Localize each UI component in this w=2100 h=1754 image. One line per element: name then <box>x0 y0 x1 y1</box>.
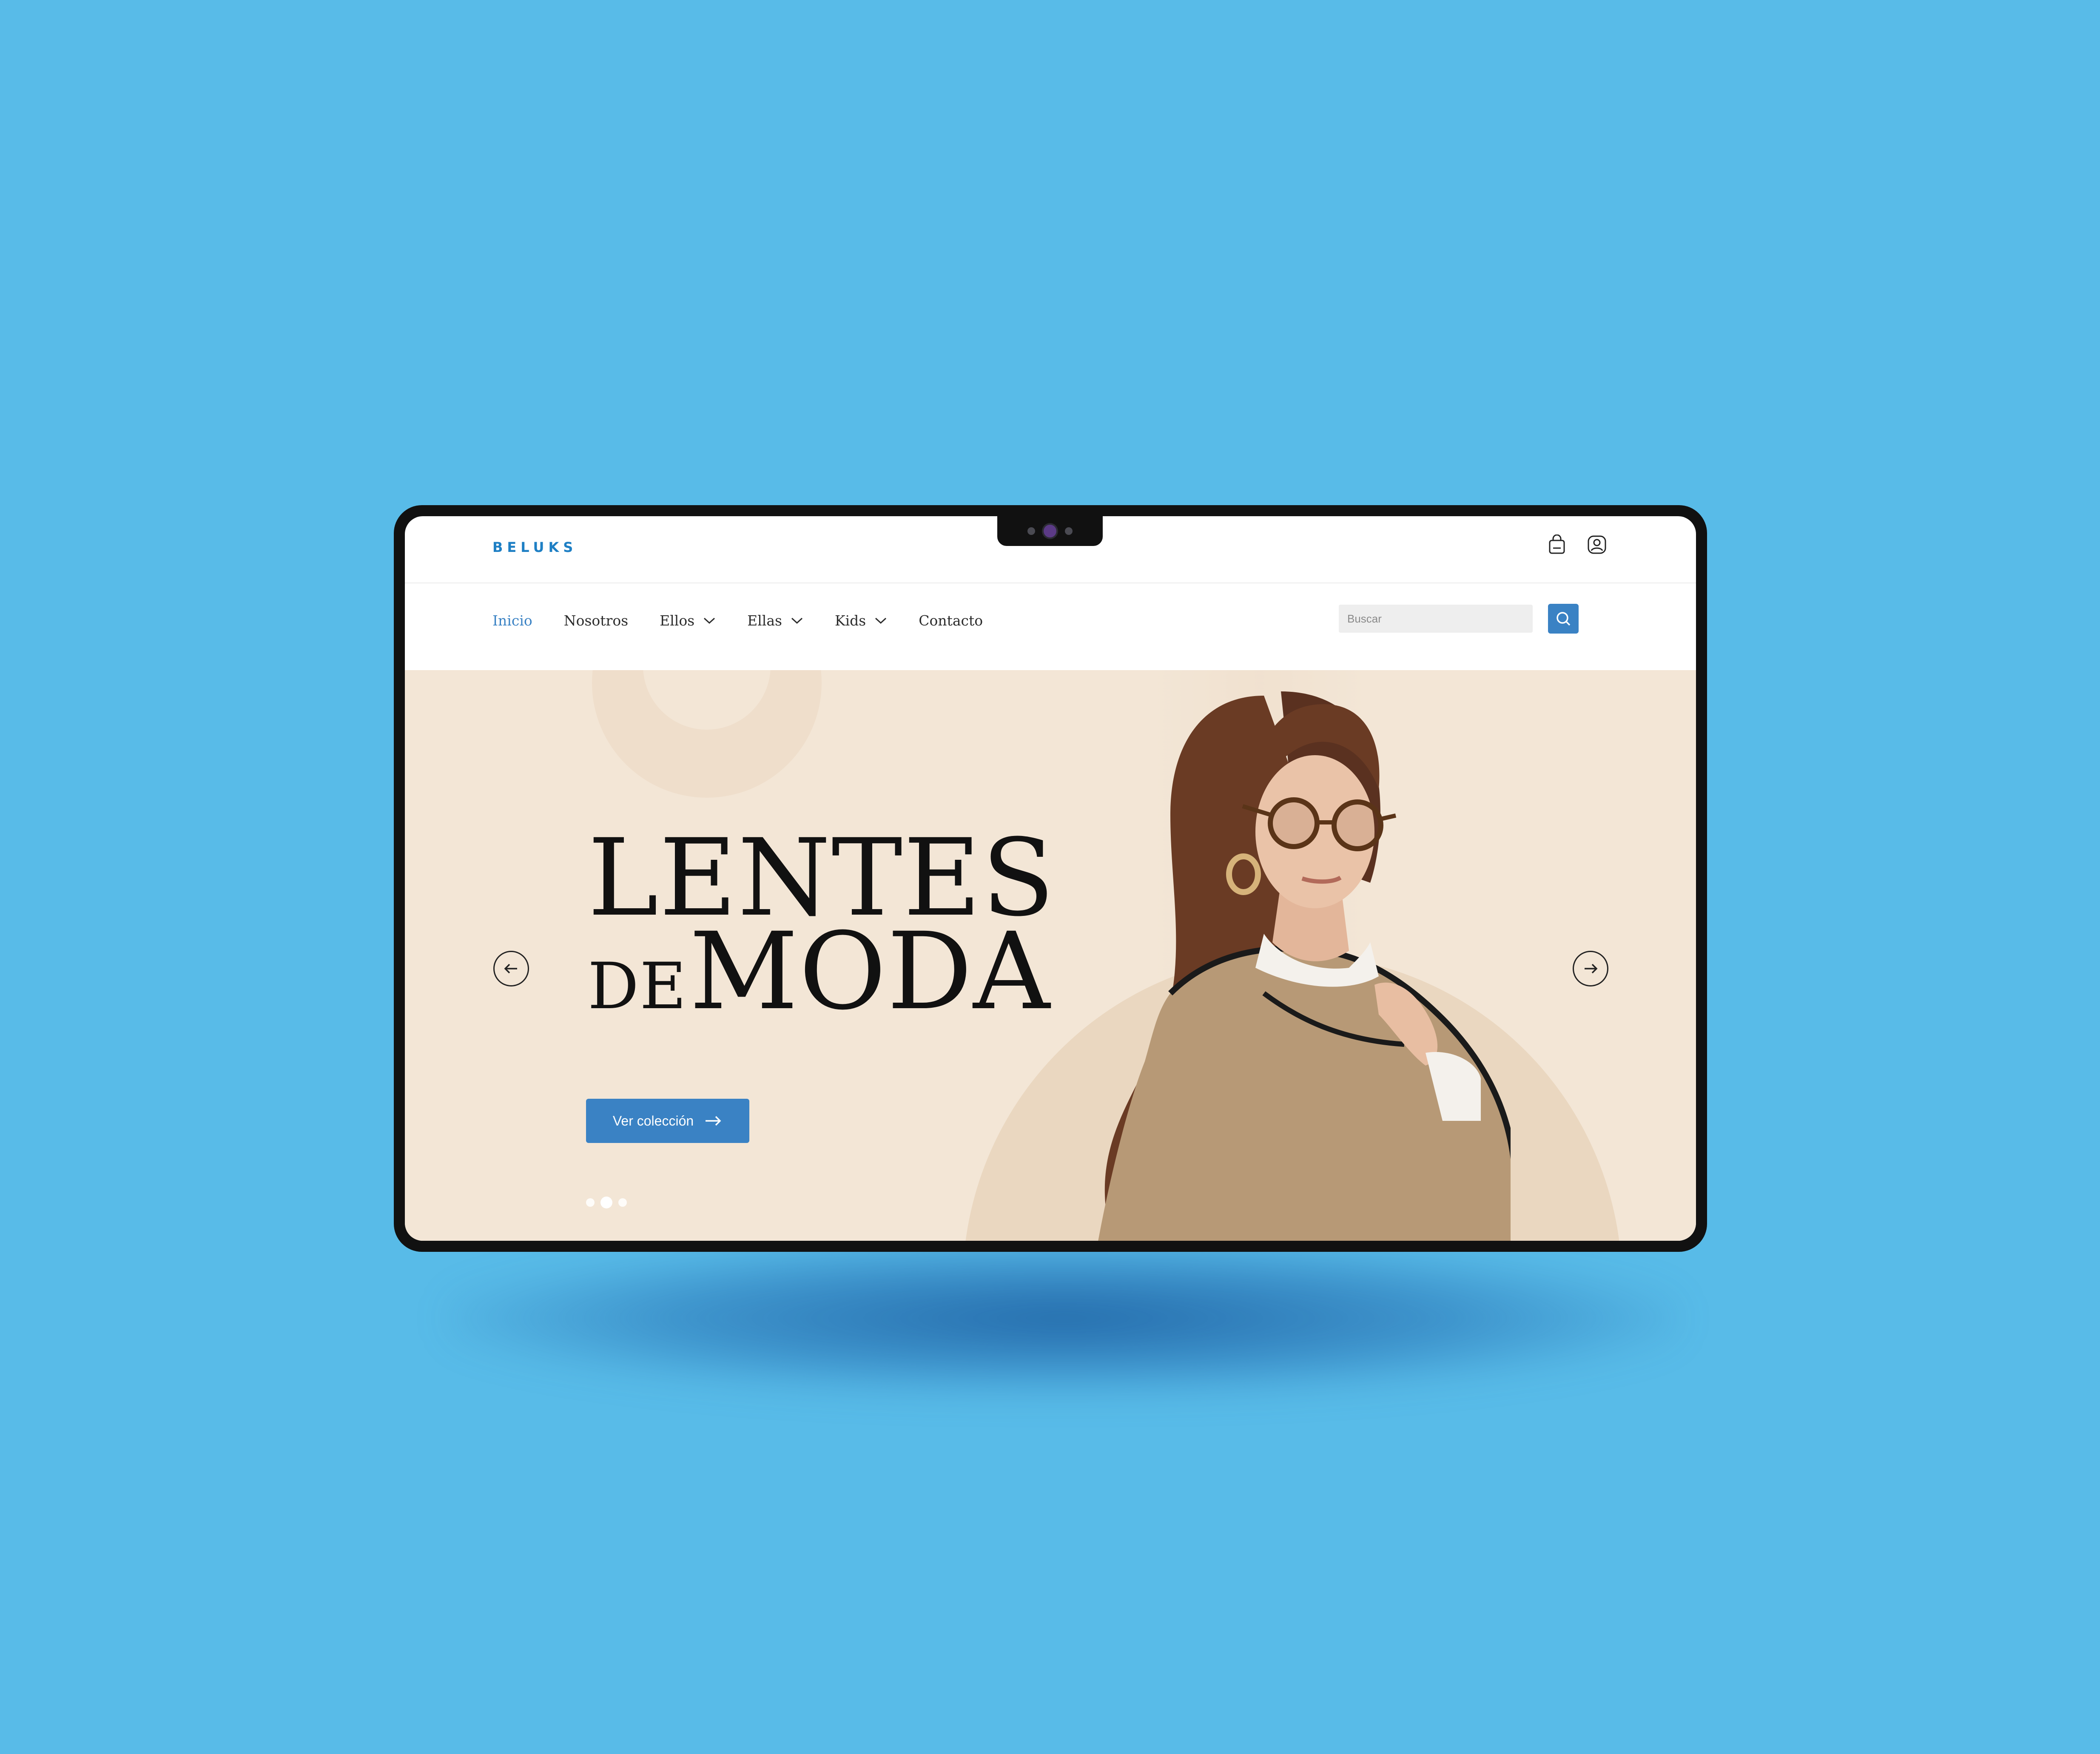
nav-item-label: Ellas <box>747 612 782 629</box>
camera-icon <box>1044 525 1056 537</box>
hero-headline: LENTES DE MODA <box>588 825 1056 1025</box>
search-input[interactable] <box>1339 605 1533 633</box>
nav-item-contacto[interactable]: Contacto <box>919 612 983 629</box>
carousel-next-button[interactable] <box>1573 951 1608 986</box>
top-actions <box>1545 533 1608 556</box>
camera-notch <box>997 516 1103 546</box>
carousel-dot[interactable] <box>586 1198 595 1207</box>
hero-banner: LENTES DE MODA Ver colección <box>405 670 1696 1241</box>
nav-item-label: Kids <box>834 612 866 629</box>
headline-small-word: DE <box>588 949 687 1023</box>
hero-model-image <box>1098 691 1511 1241</box>
nav-item-ellas[interactable]: Ellas <box>747 612 803 629</box>
carousel-prev-button[interactable] <box>493 951 529 986</box>
search-button[interactable] <box>1548 604 1579 634</box>
sensor-dot <box>1065 527 1073 535</box>
search-icon <box>1557 612 1571 626</box>
brand-logo[interactable]: BELUKS <box>492 539 577 555</box>
nav-item-ellos[interactable]: Ellos <box>660 612 716 629</box>
chevron-down-icon <box>875 617 887 624</box>
view-collection-button[interactable]: Ver colección <box>586 1099 749 1143</box>
headline-large-word: MODA <box>689 910 1051 1033</box>
nav-menu: Inicio Nosotros Ellos Ellas Kids Contact… <box>492 612 983 629</box>
nav-item-label: Ellos <box>660 612 695 629</box>
main-navbar: Inicio Nosotros Ellos Ellas Kids Contact… <box>405 583 1696 670</box>
user-icon[interactable] <box>1585 533 1608 556</box>
chevron-down-icon <box>704 617 715 624</box>
arrow-right-icon <box>706 1116 721 1126</box>
nav-item-nosotros[interactable]: Nosotros <box>564 612 628 629</box>
laptop-frame: BELUKS Inicio Nosotros Ellos Ellas Kids … <box>394 505 1707 1252</box>
sensor-dot <box>1027 527 1035 535</box>
nav-item-kids[interactable]: Kids <box>835 612 887 629</box>
cta-label: Ver colección <box>612 1113 694 1129</box>
carousel-dot[interactable] <box>618 1198 627 1207</box>
arrow-right-icon <box>1585 964 1598 974</box>
headline-line-2: DE MODA <box>588 918 1056 1025</box>
carousel-dots <box>586 1197 627 1208</box>
nav-item-label: Nosotros <box>563 612 629 629</box>
chevron-down-icon <box>791 617 802 624</box>
nav-item-label: Contacto <box>919 612 983 629</box>
arrow-left-icon <box>504 964 517 974</box>
carousel-dot-active[interactable] <box>600 1197 612 1208</box>
nav-item-label: Inicio <box>492 612 532 629</box>
bag-icon[interactable] <box>1545 533 1568 556</box>
nav-item-inicio[interactable]: Inicio <box>492 612 532 629</box>
browser-screen: BELUKS Inicio Nosotros Ellos Ellas Kids … <box>405 516 1696 1241</box>
device-shadow <box>447 1242 1680 1395</box>
